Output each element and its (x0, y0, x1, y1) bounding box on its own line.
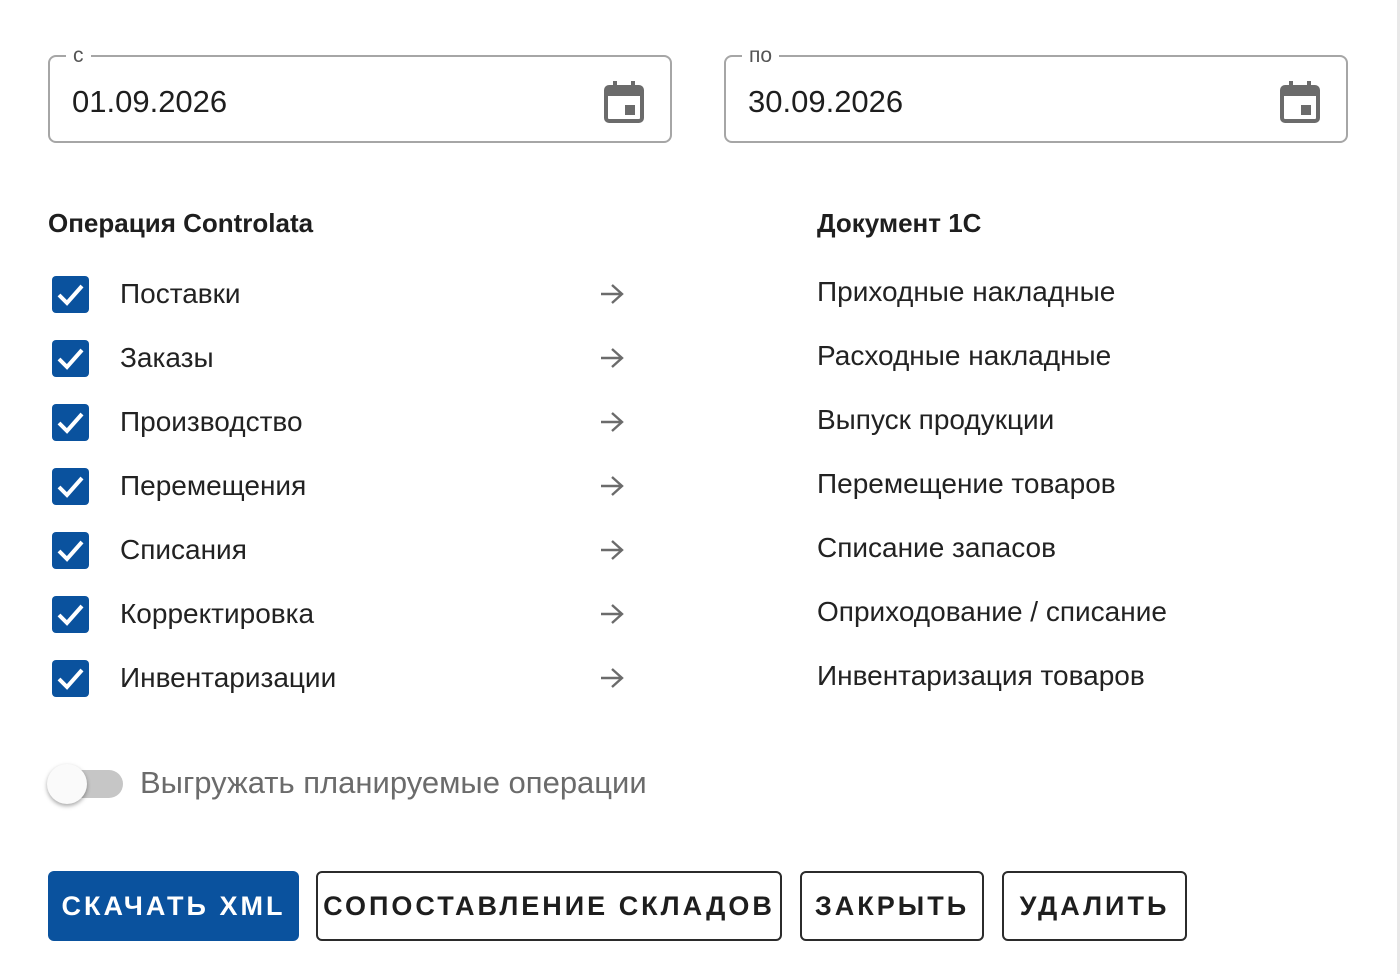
document-label: Списание запасов (817, 532, 1056, 563)
document-label: Перемещение товаров (817, 468, 1116, 499)
operation-label: Заказы (120, 342, 214, 373)
document-label: Выпуск продукции (817, 404, 1055, 435)
mapping-row-supplies: Поставки Приходные накладные (0, 262, 1400, 326)
operation-label: Списания (120, 534, 247, 565)
production-checkbox[interactable] (52, 404, 89, 441)
mapping-row-transfers: Перемещения Перемещение товаров (0, 454, 1400, 518)
arrow-right-icon (601, 668, 624, 688)
operation-label: Перемещения (120, 470, 307, 501)
check-icon (57, 668, 84, 690)
check-icon (57, 412, 84, 434)
download-xml-button[interactable]: СКАЧАТЬ XML (48, 871, 299, 941)
arrow-right-icon (601, 412, 624, 432)
arrow-right-icon (601, 284, 624, 304)
document-label: Расходные накладные (817, 340, 1112, 371)
mapping-row-writeoffs: Списания Списание запасов (0, 518, 1400, 582)
toggle-thumb (47, 764, 87, 804)
mapping-list: Поставки Приходные накладные Заказы Расх… (0, 262, 1400, 710)
check-icon (57, 604, 84, 626)
arrow-right-icon (601, 540, 624, 560)
orders-checkbox[interactable] (52, 340, 89, 377)
date-from-label: с (66, 43, 91, 69)
planned-operations-label: Выгружать планируемые операции (140, 765, 647, 800)
date-to-field[interactable]: по (724, 43, 1348, 143)
inventory-checkbox[interactable] (52, 660, 89, 697)
planned-operations-toggle[interactable] (47, 764, 125, 804)
operation-label: Поставки (120, 278, 241, 309)
close-button[interactable]: ЗАКРЫТЬ (800, 871, 984, 941)
mapping-row-adjustment: Корректировка Оприходование / списание (0, 582, 1400, 646)
date-to-label: по (742, 43, 780, 69)
supplies-checkbox[interactable] (52, 276, 89, 313)
calendar-icon[interactable] (604, 81, 644, 123)
check-icon (57, 476, 84, 498)
delete-button[interactable]: УДАЛИТЬ (1002, 871, 1187, 941)
arrow-right-icon (601, 604, 624, 624)
document-label: Инвентаризация товаров (817, 660, 1145, 691)
operation-column-header: Операция Controlata (48, 208, 314, 238)
date-from-input[interactable] (72, 83, 552, 121)
check-icon (57, 348, 84, 370)
date-to-input[interactable] (748, 83, 1228, 121)
document-label: Оприходование / списание (817, 596, 1167, 627)
mapping-row-production: Производство Выпуск продукции (0, 390, 1400, 454)
check-icon (57, 284, 84, 306)
mapping-row-orders: Заказы Расходные накладные (0, 326, 1400, 390)
operation-label: Производство (120, 406, 303, 437)
operation-label: Инвентаризации (120, 662, 337, 693)
document-column-header: Документ 1С (817, 208, 982, 238)
transfers-checkbox[interactable] (52, 468, 89, 505)
date-from-field[interactable]: с (48, 43, 672, 143)
check-icon (57, 540, 84, 562)
warehouse-mapping-button[interactable]: СОПОСТАВЛЕНИЕ СКЛАДОВ (316, 871, 782, 941)
mapping-row-inventory: Инвентаризации Инвентаризация товаров (0, 646, 1400, 710)
export-dialog: с по Операция Controlata Документ 1С (0, 0, 1400, 974)
calendar-icon[interactable] (1280, 81, 1320, 123)
operation-label: Корректировка (120, 598, 315, 629)
arrow-right-icon (601, 348, 624, 368)
document-label: Приходные накладные (817, 276, 1116, 307)
adjustment-checkbox[interactable] (52, 596, 89, 633)
writeoffs-checkbox[interactable] (52, 532, 89, 569)
arrow-right-icon (601, 476, 624, 496)
